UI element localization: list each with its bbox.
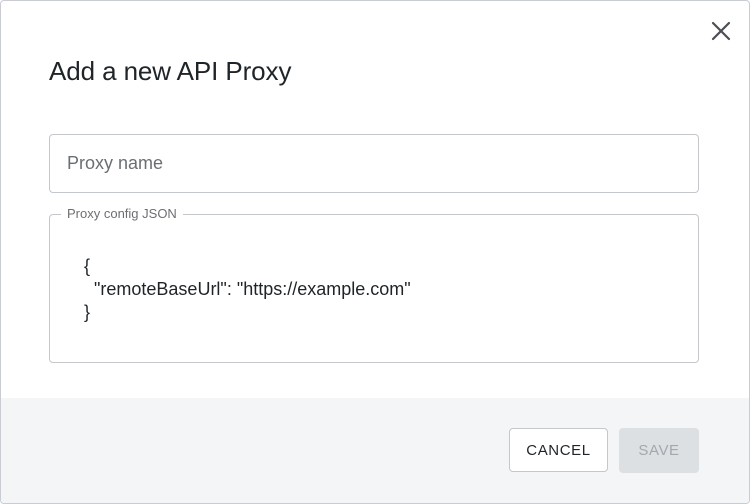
proxy-name-field: [49, 134, 699, 193]
proxy-config-field[interactable]: Proxy config JSON { "remoteBaseUrl": "ht…: [49, 206, 699, 363]
proxy-config-label: Proxy config JSON: [61, 206, 183, 222]
proxy-config-input[interactable]: { "remoteBaseUrl": "https://example.com"…: [84, 255, 684, 327]
dialog-title: Add a new API Proxy: [49, 56, 292, 86]
save-button[interactable]: SAVE: [619, 428, 699, 473]
add-api-proxy-dialog: Add a new API Proxy Proxy config JSON { …: [0, 0, 750, 504]
proxy-name-input[interactable]: [50, 135, 698, 192]
cancel-button[interactable]: CANCEL: [509, 428, 608, 472]
close-button[interactable]: [707, 17, 735, 45]
dialog-footer: CANCEL SAVE: [1, 398, 749, 503]
close-icon: [711, 21, 731, 41]
